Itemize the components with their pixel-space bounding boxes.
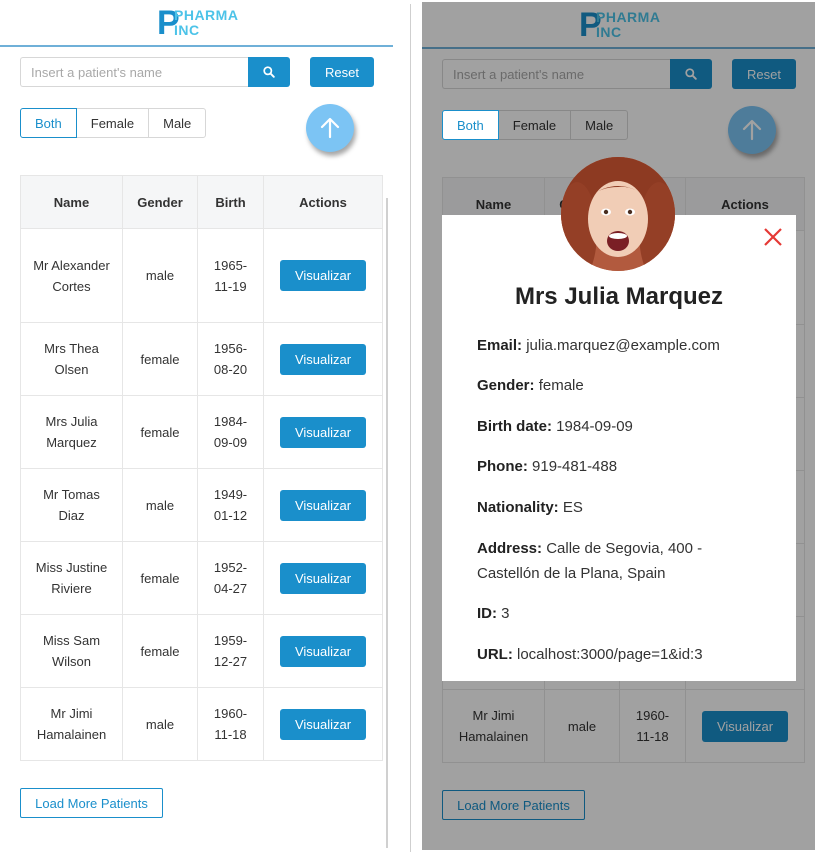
logo-text-bottom: INC [174, 22, 200, 38]
patient-name: Mr Tomas Diaz [20, 468, 123, 542]
close-modal-button[interactable] [762, 226, 784, 248]
table-row: Mr Jimi Hamalainen male 1960-11-18 Visua… [20, 687, 383, 761]
patient-gender: female [122, 541, 198, 615]
filter-female-button[interactable]: Female [75, 108, 150, 138]
filter-both-button[interactable]: Both [20, 108, 77, 138]
field-gender: Gender: female [477, 373, 777, 398]
field-address-label: Address: [477, 540, 543, 557]
field-nationality-value: ES [562, 499, 583, 516]
pharma-inc-logo[interactable]: P PHARMA INC [157, 5, 239, 41]
patient-list-view: P PHARMA INC Reset Both Female Male [0, 0, 393, 854]
field-birth-date: Birth date: 1984-09-09 [477, 414, 777, 439]
field-id: ID: 3 [477, 601, 777, 626]
view-divider [410, 4, 411, 852]
field-address: Address: Calle de Segovia, 400 - Castell… [477, 536, 747, 586]
visualizar-button[interactable]: Visualizar [280, 343, 366, 375]
field-nationality-label: Nationality: [477, 499, 559, 516]
patient-gender: female [122, 395, 198, 469]
filter-male-button[interactable]: Male [148, 108, 207, 138]
visualizar-button[interactable]: Visualizar [280, 416, 366, 448]
patient-gender: female [122, 322, 198, 396]
visualizar-button[interactable]: Visualizar [280, 635, 366, 667]
patient-birth: 1965-11-19 [197, 228, 264, 323]
field-birth-value: 1984-09-09 [556, 418, 633, 435]
patient-gender: male [122, 687, 198, 761]
patient-birth: 1984-09-09 [197, 395, 264, 469]
column-header-gender: Gender [122, 175, 198, 229]
field-phone: Phone: 919-481-488 [477, 454, 777, 479]
visualizar-button[interactable]: Visualizar [280, 489, 366, 521]
page-scrollbar[interactable] [386, 198, 388, 848]
patient-birth: 1949-01-12 [197, 468, 264, 542]
field-id-label: ID: [477, 605, 497, 622]
field-phone-label: Phone: [477, 458, 528, 475]
patient-avatar [561, 157, 675, 271]
scroll-to-top-button[interactable] [306, 104, 354, 152]
patient-gender: female [122, 614, 198, 688]
patient-name: Miss Sam Wilson [20, 614, 123, 688]
visualizar-button[interactable]: Visualizar [280, 708, 366, 740]
logo-text-top: PHARMA [174, 7, 239, 23]
gender-filter: Both Female Male [20, 108, 207, 138]
column-header-name: Name [20, 175, 123, 229]
search-icon [263, 66, 275, 78]
patient-gender: male [122, 228, 198, 323]
field-email-value: julia.marquez@example.com [526, 337, 720, 354]
field-nationality: Nationality: ES [477, 495, 777, 520]
visualizar-button[interactable]: Visualizar [280, 260, 366, 291]
table-row: Miss Sam Wilson female 1959-12-27 Visual… [20, 614, 383, 688]
table-header-row: Name Gender Birth Actions [20, 175, 383, 229]
column-header-actions: Actions [263, 175, 383, 229]
app-header: P PHARMA INC [0, 0, 393, 47]
visualizar-button[interactable]: Visualizar [280, 562, 366, 594]
field-url-label: URL: [477, 646, 513, 663]
patient-birth: 1952-04-27 [197, 541, 264, 615]
patient-name: Miss Justine Riviere [20, 541, 123, 615]
table-row: Mrs Thea Olsen female 1956-08-20 Visuali… [20, 322, 383, 396]
field-id-value: 3 [501, 605, 510, 622]
field-url: URL: localhost:3000/page=1&id:3 [477, 642, 787, 667]
search-input[interactable] [20, 57, 249, 87]
field-phone-value: 919-481-488 [532, 458, 618, 475]
patient-name: Mrs Thea Olsen [20, 322, 123, 396]
search-button[interactable] [248, 57, 290, 87]
modal-patient-name: Mrs Julia Marquez [514, 283, 724, 310]
patient-photo [561, 157, 675, 271]
field-gender-label: Gender: [477, 377, 535, 394]
patient-birth: 1959-12-27 [197, 614, 264, 688]
table-row: Mr Alexander Cortes male 1965-11-19 Visu… [20, 228, 383, 323]
table-row: Mr Tomas Diaz male 1949-01-12 Visualizar [20, 468, 383, 542]
arrow-up-icon [320, 117, 340, 139]
patient-name: Mrs Julia Marquez [20, 395, 123, 469]
field-email: Email: julia.marquez@example.com [477, 333, 777, 358]
column-header-birth: Birth [197, 175, 264, 229]
patient-name: Mr Alexander Cortes [20, 228, 123, 323]
field-url-value: localhost:3000/page=1&id:3 [517, 646, 703, 663]
field-email-label: Email: [477, 337, 523, 354]
patients-table: Name Gender Birth Actions Mr Alexander C… [20, 175, 383, 761]
filter-both-button[interactable]: Both [442, 110, 499, 140]
field-birth-label: Birth date: [477, 418, 552, 435]
close-icon [764, 228, 782, 246]
table-row: Mrs Julia Marquez female 1984-09-09 Visu… [20, 395, 383, 469]
reset-button[interactable]: Reset [310, 57, 374, 87]
patient-gender: male [122, 468, 198, 542]
patient-birth: 1960-11-18 [197, 687, 264, 761]
patient-birth: 1956-08-20 [197, 322, 264, 396]
table-row: Miss Justine Riviere female 1952-04-27 V… [20, 541, 383, 615]
patient-name: Mr Jimi Hamalainen [20, 687, 123, 761]
load-more-patients-button[interactable]: Load More Patients [20, 788, 163, 818]
patients-table-container: Name Gender Birth Actions Mr Alexander C… [20, 175, 383, 761]
search-bar [20, 57, 290, 87]
field-gender-value: female [538, 377, 584, 394]
